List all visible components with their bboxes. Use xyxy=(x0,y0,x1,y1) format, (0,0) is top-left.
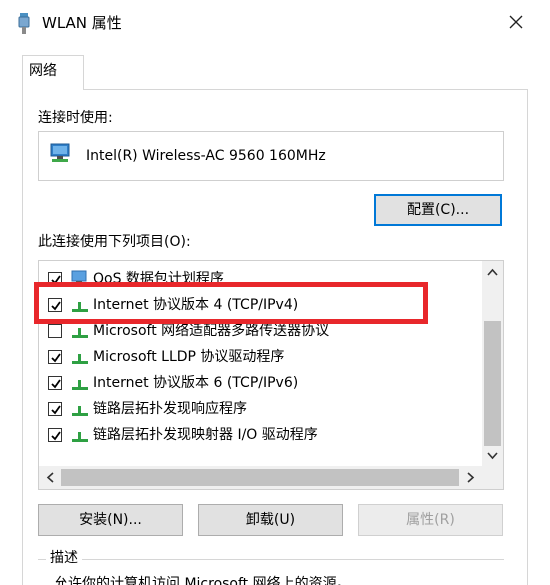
adapter-field: Intel(R) Wireless-AC 9560 160MHz xyxy=(38,131,504,181)
list-item[interactable]: 链路层拓扑发现映射器 I/O 驱动程序 xyxy=(39,422,482,448)
network-protocol-icon xyxy=(72,432,88,442)
checkbox[interactable] xyxy=(48,376,62,390)
list-item-label: QoS 数据包计划程序 xyxy=(93,271,224,287)
network-protocol-icon xyxy=(72,380,88,390)
description-group-border xyxy=(38,559,504,560)
network-service-icon xyxy=(71,270,88,287)
description-title: 描述 xyxy=(46,548,82,568)
list-item[interactable]: Internet 协议版本 6 (TCP/IPv6) xyxy=(39,370,482,396)
scroll-down-icon[interactable] xyxy=(484,447,501,464)
network-protocol-icon xyxy=(72,354,88,364)
components-list[interactable]: QoS 数据包计划程序 Internet 协议版本 4 (TCP/IPv4) M… xyxy=(38,260,504,490)
list-item-label: Microsoft LLDP 协议驱动程序 xyxy=(93,349,285,365)
horizontal-scroll-thumb[interactable] xyxy=(61,469,459,486)
horizontal-scrollbar[interactable] xyxy=(39,466,503,489)
list-item[interactable]: Microsoft 网络适配器多路传送器协议 xyxy=(39,318,482,344)
list-item-label: 链路层拓扑发现映射器 I/O 驱动程序 xyxy=(93,427,318,443)
network-protocol-icon xyxy=(72,302,88,312)
scroll-up-icon[interactable] xyxy=(484,264,501,281)
checkbox[interactable] xyxy=(48,350,62,364)
window-title: WLAN 属性 xyxy=(42,14,122,32)
vertical-scrollbar[interactable] xyxy=(482,261,503,466)
scroll-right-icon[interactable] xyxy=(462,469,479,486)
connect-using-label: 连接时使用: xyxy=(38,110,113,126)
install-button[interactable]: 安装(N)... xyxy=(38,504,183,536)
network-adapter-icon xyxy=(50,143,70,162)
tab-network-label: 网络 xyxy=(29,63,57,79)
adapter-name: Intel(R) Wireless-AC 9560 160MHz xyxy=(86,148,326,164)
close-icon[interactable] xyxy=(504,10,528,34)
title-bar: WLAN 属性 xyxy=(0,0,550,46)
description-text: 允许你的计算机访问 Microsoft 网络上的资源。 xyxy=(54,576,351,585)
network-protocol-icon xyxy=(72,328,88,338)
list-item-label: Microsoft 网络适配器多路传送器协议 xyxy=(93,323,330,339)
checkbox[interactable] xyxy=(48,428,62,442)
list-item-label: Internet 协议版本 4 (TCP/IPv4) xyxy=(93,297,299,313)
tab-network[interactable]: 网络 xyxy=(22,55,84,90)
components-list-rows: QoS 数据包计划程序 Internet 协议版本 4 (TCP/IPv4) M… xyxy=(39,261,482,466)
list-item[interactable]: 链路层拓扑发现响应程序 xyxy=(39,396,482,422)
tab-divider xyxy=(22,89,528,90)
checkbox[interactable] xyxy=(48,402,62,416)
list-item[interactable]: Microsoft LLDP 协议驱动程序 xyxy=(39,344,482,370)
list-item-label: 链路层拓扑发现响应程序 xyxy=(93,401,247,417)
checkbox[interactable] xyxy=(48,324,62,338)
properties-button[interactable]: 属性(R) xyxy=(358,504,503,536)
wlan-properties-window: WLAN 属性 网络 连接时使用: Intel(R) Wireless-AC 9… xyxy=(0,0,550,585)
list-item[interactable]: Internet 协议版本 4 (TCP/IPv4) xyxy=(39,292,482,318)
vertical-scroll-thumb[interactable] xyxy=(484,321,501,446)
items-label: 此连接使用下列项目(O): xyxy=(38,234,191,250)
uninstall-button[interactable]: 卸载(U) xyxy=(198,504,343,536)
network-protocol-icon xyxy=(72,406,88,416)
list-item-label: Internet 协议版本 6 (TCP/IPv6) xyxy=(93,375,299,391)
configure-button[interactable]: 配置(C)... xyxy=(374,194,502,226)
wifi-adapter-icon xyxy=(18,13,30,34)
list-item[interactable]: QoS 数据包计划程序 xyxy=(39,266,482,292)
checkbox[interactable] xyxy=(48,298,62,312)
checkbox[interactable] xyxy=(48,272,62,286)
scroll-left-icon[interactable] xyxy=(42,469,59,486)
